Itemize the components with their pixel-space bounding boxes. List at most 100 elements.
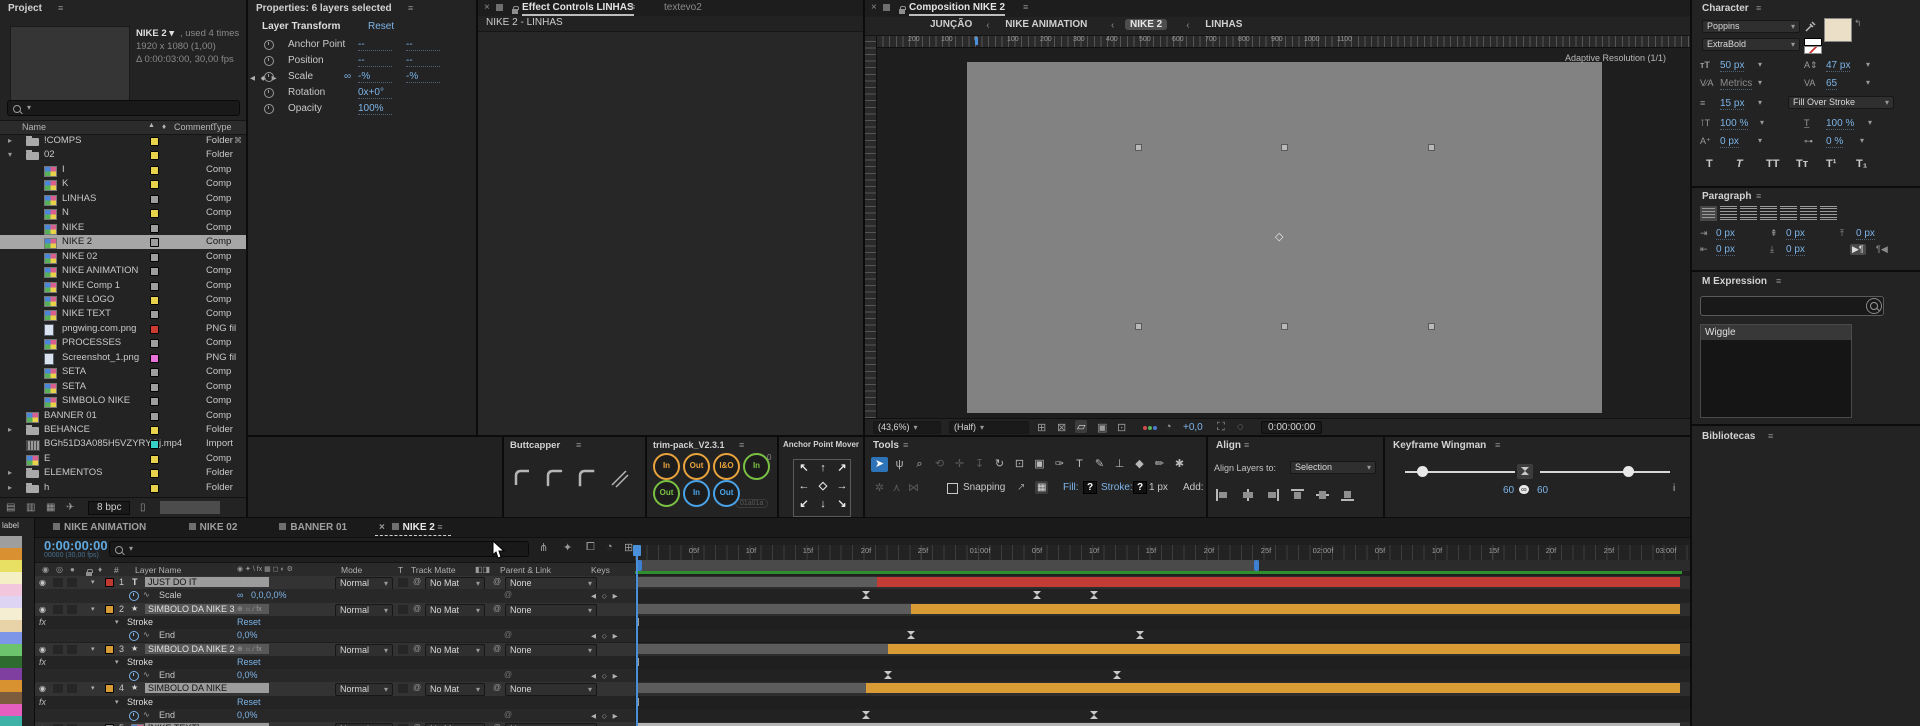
kerning-value[interactable]: Metrics [1720, 78, 1753, 90]
layer-switches[interactable]: ⊕ ☼ ∕ fx [237, 605, 262, 613]
breadcrumb-item[interactable]: LINHAS [1200, 19, 1247, 30]
tsume-value[interactable]: 0 % [1826, 136, 1844, 148]
region-icon[interactable]: ▣ [1097, 421, 1107, 434]
effect-name[interactable]: Stroke [127, 617, 153, 627]
text-fill-color-swatch[interactable] [1824, 18, 1852, 42]
paragraph-indent-value[interactable]: 0 px [1786, 244, 1805, 256]
anchor-arrow-2[interactable]: ↗ [834, 460, 850, 476]
track-matte-dropdown[interactable]: No Mat▾ [425, 643, 485, 656]
label-color-chip[interactable] [150, 151, 159, 161]
audio-toggle-box[interactable] [53, 604, 63, 614]
parent-pickwhip-icon[interactable]: @ [493, 604, 501, 613]
sort-arrow-icon[interactable]: ▲ [148, 122, 155, 129]
label-color-chip[interactable] [150, 165, 159, 175]
label-color-chip[interactable] [150, 267, 159, 276]
timeline-row-layer[interactable]: ◉ ▾ 4 ★ SIMBOLO DA NIKE ⊕ ☼ ∕ fx Normal ▾ @ No Ma… [35, 682, 635, 696]
interpret-footage-icon[interactable]: ▤ [6, 502, 15, 513]
track-matte-dropdown[interactable]: No Mat▾ [425, 603, 485, 616]
timeline-row-prop[interactable]: ∿ End 0,0% @ ◀ ◇ ▶ [35, 669, 635, 683]
font-size-value[interactable]: 50 px [1720, 60, 1745, 72]
label-color-chip[interactable] [150, 310, 159, 320]
composition-canvas[interactable] [967, 62, 1602, 413]
selection-handle[interactable] [1281, 144, 1288, 151]
selection-handle[interactable] [1135, 144, 1142, 151]
label-color-chip[interactable] [150, 353, 159, 363]
hand-tool[interactable]: ψ [891, 457, 908, 472]
slash-lines-icon[interactable] [608, 467, 630, 489]
project-item-row[interactable]: LINHAS Comp [0, 192, 246, 206]
layer-bar-head[interactable] [637, 683, 866, 694]
property-value[interactable]: 0,0% [237, 710, 258, 720]
timeline-lane-layer[interactable] [635, 722, 1690, 726]
project-item-row[interactable]: SIMBOLO NIKE Comp [0, 394, 246, 409]
label-color-chip[interactable] [150, 223, 159, 233]
layer-bar-head[interactable] [637, 577, 877, 587]
breadcrumb-item[interactable]: JUNÇÃO [925, 19, 977, 30]
solo-toggle-box[interactable] [67, 578, 77, 587]
timeline-tab-nike-animation[interactable]: NIKE ANIMATION [45, 520, 154, 535]
paragraph-align-button-4[interactable] [1780, 206, 1797, 221]
tracking-value[interactable]: 65 [1826, 78, 1838, 90]
project-item-name[interactable]: E [44, 452, 50, 466]
stopwatch-icon[interactable] [129, 591, 139, 602]
label-color-chip[interactable] [150, 426, 159, 435]
eyedropper-icon[interactable] [1804, 20, 1817, 33]
snap-grid-icon[interactable]: ▦ [1035, 481, 1049, 494]
wingman-track-right[interactable] [1540, 471, 1670, 473]
lock-icon[interactable] [899, 6, 906, 14]
project-item-row[interactable]: SETA Comp [0, 365, 246, 380]
timeline-row-layer[interactable]: ◉ ▾ 1 T JUST DO IT ⊕ ☼ ∕ fx Normal ▾ @ No Mat ▾ @ No… [35, 576, 635, 590]
new-composition-icon[interactable]: ▦ [46, 502, 55, 513]
rtl-direction-button[interactable]: ¶◀ [1876, 244, 1888, 255]
selection-handle[interactable] [1428, 323, 1435, 330]
timeline-row-fx[interactable]: fx ▾ Stroke Reset [35, 695, 635, 709]
project-item-name[interactable]: SETA [62, 380, 86, 394]
project-item-row[interactable]: ▸ h Folder [0, 481, 246, 495]
solo-toggle-box[interactable] [67, 684, 77, 694]
draft-3d-icon[interactable]: ✦ [563, 541, 572, 554]
t-toggle-box[interactable] [398, 604, 408, 614]
twirl-icon[interactable]: ▸ [8, 466, 12, 480]
trim-out-button[interactable]: Out [653, 480, 680, 507]
project-item-name[interactable]: NIKE TEXT [62, 307, 111, 321]
selection-handle[interactable] [1135, 323, 1142, 330]
twirl-icon[interactable]: ▾ [115, 698, 119, 706]
wingman-info-icon[interactable]: i [1673, 483, 1675, 494]
label-color-block[interactable] [0, 608, 22, 620]
timeline-lane-prop[interactable] [635, 589, 1690, 604]
label-color-chip[interactable] [150, 281, 159, 291]
track-matte-column[interactable]: Track Matte [411, 565, 456, 575]
orbit-camera-tool[interactable]: ⟲ [931, 457, 948, 472]
project-item-row[interactable]: NIKE 2 Comp [0, 235, 246, 250]
property-value[interactable]: 0,0% [237, 630, 258, 640]
time-ruler[interactable]: 05f 10f 15f 20f 25f 01:00f 05f 10f 15f 20f 25f 02:0… [635, 545, 1690, 560]
wingman-handle-right[interactable] [1623, 466, 1634, 477]
stroke-swatch-mini[interactable] [1804, 46, 1822, 54]
layer-name-column[interactable]: Layer Name [135, 565, 181, 575]
project-item-row[interactable]: BGh51D3A085H5VZYRYQj.mp4 Import [0, 437, 246, 452]
roi-icon[interactable]: ⊠ [1057, 421, 1066, 434]
twirl-icon[interactable]: ▾ [91, 645, 95, 653]
layer-switches[interactable]: ⊕ ☼ ∕ fx [237, 578, 262, 586]
parent-pickwhip-icon[interactable]: @ [493, 577, 501, 586]
trim-in-button[interactable]: In [653, 453, 680, 480]
timeline-tab-nike-2[interactable]: × NIKE 2 ≡ [375, 520, 451, 536]
timeline-lane-fx[interactable] [635, 615, 1690, 631]
twirl-icon[interactable]: ▾ [115, 658, 119, 666]
project-search-input[interactable]: ▾ [7, 100, 240, 116]
blend-mode-dropdown[interactable]: Normal▾ [335, 603, 393, 616]
tab-composition[interactable]: Composition NIKE 2 [909, 2, 1006, 16]
timeline-lane-layer[interactable] [635, 602, 1690, 617]
font-style-dropdown[interactable]: ExtraBold ▾ [1702, 38, 1800, 51]
trim-in-button[interactable]: In [743, 453, 770, 480]
layer-bar-head[interactable] [637, 643, 888, 654]
stopwatch-icon[interactable] [264, 40, 274, 50]
stopwatch-icon[interactable] [129, 631, 139, 642]
project-item-name[interactable]: BANNER 01 [44, 409, 97, 423]
twirl-icon[interactable]: ▸ [8, 423, 12, 437]
wingman-right-value[interactable]: 60 [1537, 485, 1548, 496]
timeline-tab-banner-01[interactable]: BANNER 01 [271, 520, 355, 535]
label-color-chip[interactable] [150, 454, 159, 464]
twirl-icon[interactable]: ▾ [115, 618, 119, 626]
transparency-grid-icon[interactable]: ⊡ [1117, 421, 1126, 434]
